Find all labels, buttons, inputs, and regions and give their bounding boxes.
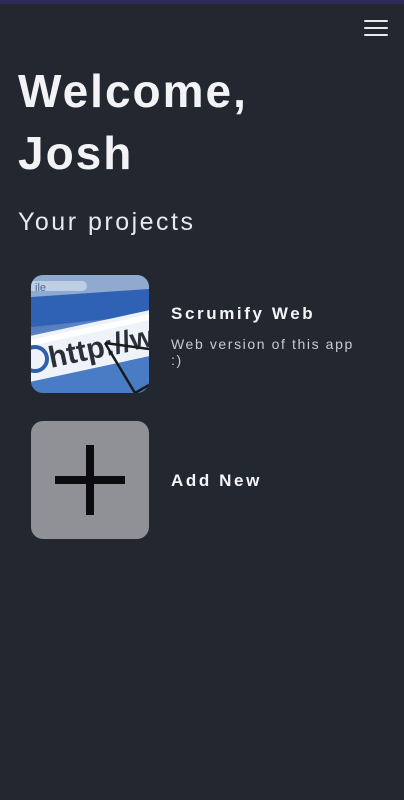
project-name: Scrumify Web xyxy=(171,304,316,323)
web-browser-url-icon: ile http://w xyxy=(31,275,149,393)
svg-text:ile: ile xyxy=(35,282,46,294)
menu-line xyxy=(364,20,388,22)
plus-icon xyxy=(31,421,149,539)
welcome-user-name: Josh xyxy=(18,127,134,179)
add-new-project-button[interactable]: Add New xyxy=(31,421,391,539)
welcome-heading: Welcome, Josh xyxy=(18,60,248,184)
menu-line xyxy=(364,27,388,29)
hamburger-menu-icon[interactable] xyxy=(362,16,390,40)
menu-line xyxy=(364,34,388,36)
welcome-greeting: Welcome, xyxy=(18,65,248,117)
projects-section-title: Your projects xyxy=(18,208,196,236)
add-new-label: Add New xyxy=(171,471,262,490)
status-strip xyxy=(0,0,404,4)
project-item-scrumify-web[interactable]: ile http://w Scrumify Web Web version of… xyxy=(31,275,391,393)
project-description: Web version of this app :) xyxy=(171,336,354,368)
